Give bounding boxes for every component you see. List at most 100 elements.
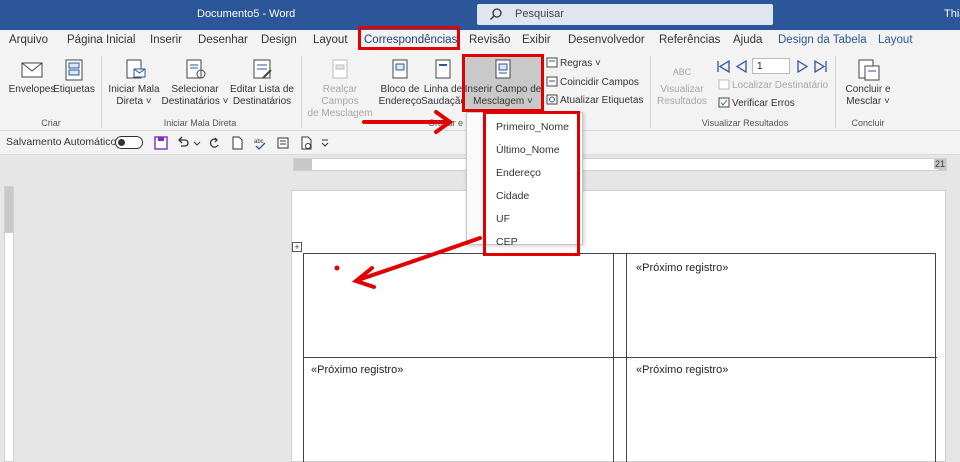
tab-design-da-tabela[interactable]: Design da Tabela [778, 34, 867, 46]
selecionar-label-1: Selecionar [171, 84, 219, 95]
new-document-icon[interactable] [230, 136, 244, 150]
group-criar-label: Criar [41, 118, 61, 128]
search-box[interactable]: Pesquisar [477, 4, 773, 25]
find-recipient-icon [718, 79, 730, 90]
save-icon[interactable] [154, 136, 168, 150]
autosave-label: Salvamento Automático [6, 136, 117, 148]
tab-design[interactable]: Design [261, 34, 297, 46]
previous-record-icon[interactable] [735, 60, 748, 73]
concluir-label-1: Concluir e [845, 84, 891, 95]
visualizar-resultados-button[interactable]: ABC Visualizar Resultados [653, 66, 711, 108]
group-visualizar-label: Visualizar Resultados [701, 118, 789, 128]
tab-ajuda[interactable]: Ajuda [733, 34, 762, 46]
next-record-icon[interactable] [796, 60, 809, 73]
read-mode-icon[interactable] [299, 136, 313, 150]
update-labels-icon [546, 94, 558, 105]
svg-text:abc: abc [254, 139, 264, 145]
user-name[interactable]: Thia [944, 8, 960, 20]
atualizar-label: Atualizar Etiquetas [560, 95, 644, 106]
bloco-endereco-button[interactable]: Bloco de Endereço [375, 58, 425, 108]
match-fields-icon [546, 76, 558, 87]
start-mail-merge-icon [126, 59, 146, 79]
envelope-icon [21, 62, 43, 78]
visualizar-label-2: Resultados [656, 96, 708, 107]
localizar-destinatario-command[interactable]: Localizar Destinatário [718, 79, 828, 91]
autosave-toggle[interactable] [115, 136, 143, 149]
iniciar-mala-label-1: Iniciar Mala [108, 84, 160, 95]
print-preview-icon[interactable] [276, 136, 290, 150]
etiquetas-button[interactable]: Etiquetas [52, 58, 96, 96]
tab-revisao[interactable]: Revisão [469, 34, 511, 46]
table-move-handle-icon[interactable]: + [292, 242, 302, 252]
table-cell-next-record[interactable]: «Próximo registro» [636, 262, 728, 274]
ruler-top-margin [5, 187, 13, 233]
tab-highlight-box [358, 26, 460, 50]
iniciar-mala-direta-button[interactable]: Iniciar Mala Direta ˅ [105, 58, 163, 108]
editar-label-1: Editar Lista de [230, 84, 294, 95]
tab-desenvolvedor[interactable]: Desenvolvedor [568, 34, 645, 46]
rules-icon [546, 57, 558, 68]
verificar-erros-command[interactable]: Verificar Erros [718, 97, 795, 109]
tab-layout[interactable]: Layout [313, 34, 348, 46]
spelling-icon[interactable]: abc [253, 136, 267, 150]
linha-label-2: Saudação [421, 96, 467, 107]
tab-pagina-inicial[interactable]: Página Inicial [67, 34, 135, 46]
group-concluir-label: Concluir [851, 118, 885, 128]
record-number-input[interactable] [752, 58, 790, 74]
realcar-label-1: Realçar Campos [321, 84, 359, 107]
bloco-label-1: Bloco de [380, 84, 420, 95]
labels-table[interactable] [303, 253, 937, 462]
realcar-campos-button[interactable]: Realçar Campos de Mesclagem [303, 58, 377, 120]
editar-lista-button[interactable]: Editar Lista de Destinatários [227, 58, 297, 108]
tab-referencias[interactable]: Referências [659, 34, 720, 46]
table-cell-next-record[interactable]: «Próximo registro» [311, 364, 403, 376]
ruler-left-margin [294, 159, 312, 170]
bloco-label-2: Endereço [378, 96, 422, 107]
localizar-label: Localizar Destinatário [732, 80, 829, 91]
coincidir-campos-command[interactable]: Coincidir Campos [546, 76, 639, 88]
tab-arquivo[interactable]: Arquivo [9, 34, 48, 46]
group-gravar-label: Gravar e I [428, 118, 469, 128]
toggle-knob [118, 139, 125, 146]
iniciar-mala-label-2: Direta ˅ [116, 96, 152, 107]
tab-desenhar[interactable]: Desenhar [198, 34, 248, 46]
first-record-icon[interactable] [716, 60, 732, 73]
group-separator [835, 56, 836, 128]
editar-label-2: Destinatários [232, 96, 292, 107]
linha-label-1: Linha de [423, 84, 463, 95]
atualizar-etiquetas-command[interactable]: Atualizar Etiquetas [546, 94, 643, 106]
table-cell-next-record[interactable]: «Próximo registro» [636, 364, 728, 376]
regras-command[interactable]: Regras ˅ [546, 57, 601, 69]
group-iniciar-label: Iniciar Mala Direta [163, 118, 237, 128]
horizontal-ruler[interactable]: 21 [293, 158, 947, 171]
undo-dropdown-icon[interactable] [193, 136, 201, 150]
selecionar-destinatarios-button[interactable]: Selecionar Destinatários ˅ [160, 58, 230, 108]
highlight-fields-icon [332, 59, 348, 79]
tab-exibir[interactable]: Exibir [522, 34, 551, 46]
insert-field-highlight-box [462, 54, 544, 112]
table-column-border [626, 254, 627, 462]
visualizar-label-1: Visualizar [660, 84, 704, 95]
address-block-icon [392, 59, 408, 79]
greeting-line-icon [435, 59, 451, 79]
document-title: Documento5 - Word [197, 8, 296, 20]
redo-icon[interactable] [207, 136, 221, 150]
envelopes-button[interactable]: Envelopes [6, 58, 58, 96]
vertical-ruler[interactable] [4, 186, 14, 462]
linha-saudacao-button[interactable]: Linha de Saudação [421, 58, 467, 108]
tab-layout-tabela[interactable]: Layout [878, 34, 913, 46]
verificar-label: Verificar Erros [732, 98, 795, 109]
ruler-end-label: 21 [933, 159, 946, 169]
concluir-label-2: Mesclar ˅ [846, 96, 890, 107]
concluir-mesclar-button[interactable]: Concluir e Mesclar ˅ [840, 58, 896, 108]
undo-icon[interactable] [176, 136, 190, 150]
tab-inserir[interactable]: Inserir [150, 34, 182, 46]
envelopes-label: Envelopes [8, 84, 56, 95]
table-column-border [613, 254, 614, 462]
last-record-icon[interactable] [812, 60, 828, 73]
customize-toolbar-icon[interactable] [320, 136, 330, 150]
realcar-label-2: de Mesclagem [307, 108, 373, 119]
etiquetas-label: Etiquetas [53, 84, 95, 95]
dropdown-gutter [467, 113, 483, 244]
title-bar: Documento5 - Word Pesquisar Thia [0, 0, 960, 30]
